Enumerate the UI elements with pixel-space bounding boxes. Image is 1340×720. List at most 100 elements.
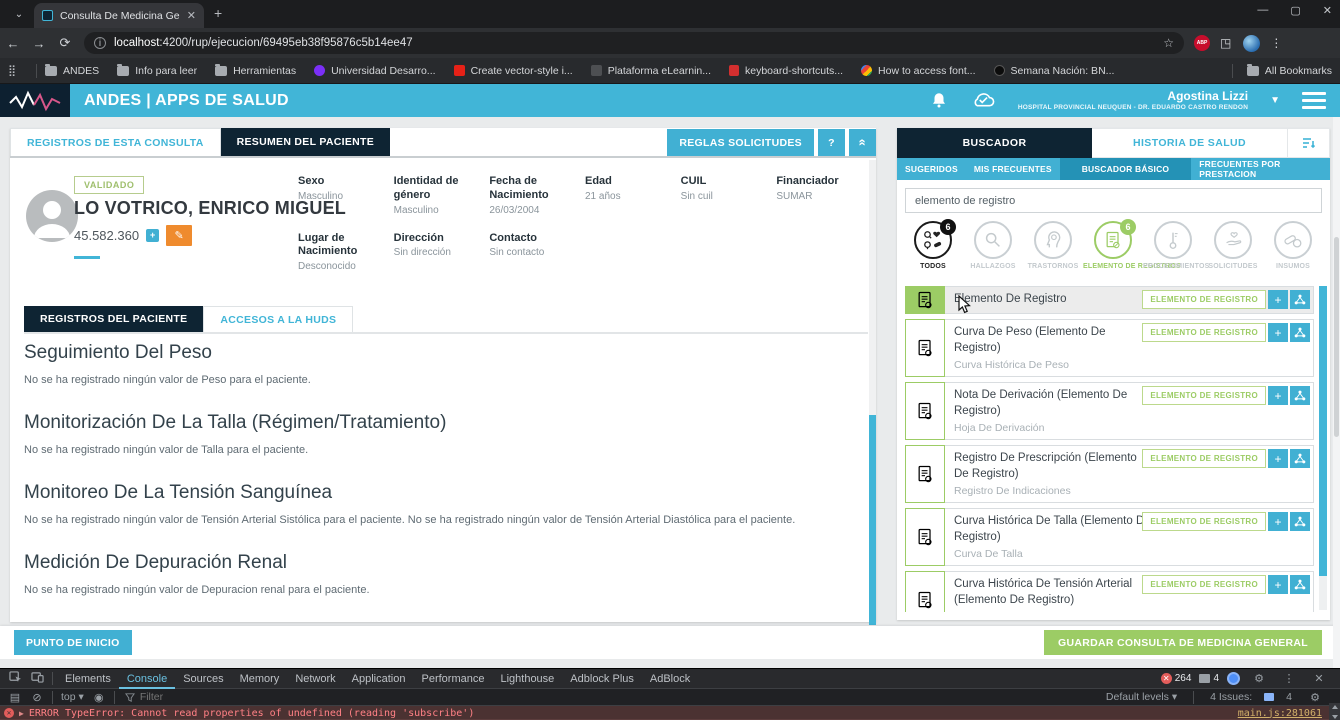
devtools-tab[interactable]: AdBlock: [642, 669, 698, 689]
window-maximize-icon[interactable]: ▢: [1290, 4, 1300, 17]
console-scrollbar[interactable]: [1329, 703, 1340, 720]
device-toolbar-icon[interactable]: [26, 671, 48, 686]
subtab-sugeridos[interactable]: SUGERIDOS: [897, 158, 966, 180]
log-levels-selector[interactable]: Default levels ▾: [1106, 691, 1177, 703]
bookmark-item[interactable]: Create vector-style i...: [453, 65, 573, 77]
left-panel-scrollbar[interactable]: [869, 160, 876, 625]
back-icon[interactable]: ←: [0, 36, 26, 51]
subtab-frecuentes-prestacion[interactable]: FRECUENTES POR PRESTACION: [1191, 158, 1330, 180]
punto-de-inicio-button[interactable]: PUNTO DE INICIO: [14, 630, 132, 655]
document-card-icon[interactable]: +: [146, 229, 160, 242]
console-filter[interactable]: [124, 691, 260, 703]
filter-trastornos[interactable]: TRASTORNOS: [1023, 221, 1083, 270]
andes-logo[interactable]: [0, 84, 70, 117]
context-selector[interactable]: top ▾: [61, 691, 84, 703]
tab-historia-salud[interactable]: HISTORIA DE SALUD: [1092, 128, 1288, 158]
inspect-element-icon[interactable]: [4, 671, 26, 686]
search-result-item[interactable]: Nota De Derivación (Elemento De Registro…: [905, 382, 1314, 441]
reload-icon[interactable]: ⟳: [52, 35, 78, 51]
scrollbar-thumb[interactable]: [1319, 286, 1327, 576]
bookmark-item[interactable]: ANDES: [45, 63, 99, 77]
scroll-up-icon[interactable]: [1331, 705, 1338, 709]
scrollbar-thumb[interactable]: [869, 415, 876, 625]
devtools-tab[interactable]: Elements: [57, 669, 119, 689]
filter-insumos[interactable]: INSUMOS: [1263, 221, 1323, 270]
main-menu-icon[interactable]: [1302, 91, 1326, 109]
bookmark-item[interactable]: Semana Nación: BN...: [993, 65, 1114, 77]
forward-icon[interactable]: →: [26, 36, 52, 51]
search-result-item[interactable]: Curva Histórica De Talla (Elemento De Re…: [905, 508, 1314, 567]
devtools-tab[interactable]: Console: [119, 669, 175, 689]
window-close-icon[interactable]: ✕: [1323, 4, 1332, 17]
hierarchy-tree-button[interactable]: [1290, 290, 1310, 309]
bookmark-item[interactable]: Universidad Desarro...: [314, 65, 436, 77]
bookmark-item[interactable]: How to access font...: [861, 65, 976, 77]
concept-search-input[interactable]: [905, 188, 1322, 213]
extension-status-icon[interactable]: [1227, 672, 1240, 685]
chrome-menu-icon[interactable]: ⋮: [1270, 36, 1282, 50]
notifications-bell-icon[interactable]: [930, 91, 948, 109]
filter-todos[interactable]: 6 TODOS: [903, 219, 963, 270]
console-sidebar-icon[interactable]: ▤: [4, 691, 26, 704]
results-scrollbar[interactable]: [1319, 286, 1327, 610]
filter-solicitudes[interactable]: SOLICITUDES: [1203, 221, 1263, 270]
filter-hallazgos[interactable]: HALLAZGOS: [963, 221, 1023, 270]
bookmark-item[interactable]: Herramientas: [215, 63, 296, 77]
add-result-button[interactable]: +: [1268, 290, 1288, 309]
reglas-solicitudes-button[interactable]: REGLAS SOLICITUDES: [667, 129, 814, 156]
sort-results-button[interactable]: [1288, 128, 1330, 158]
hierarchy-tree-button[interactable]: [1290, 512, 1310, 532]
devtools-close-icon[interactable]: ✕: [1308, 672, 1330, 685]
hierarchy-tree-button[interactable]: [1290, 449, 1310, 469]
tab-accesos-huds[interactable]: ACCESOS A LA HUDS: [203, 306, 354, 332]
add-result-button[interactable]: +: [1268, 512, 1288, 532]
user-caret-icon[interactable]: ▼: [1270, 95, 1280, 106]
tab-buscador[interactable]: BUSCADOR: [897, 128, 1092, 158]
devtools-tab[interactable]: Sources: [175, 669, 231, 689]
hierarchy-tree-button[interactable]: [1290, 386, 1310, 406]
error-count-badge[interactable]: ✕ 264: [1160, 673, 1191, 684]
tab-registros-paciente[interactable]: REGISTROS DEL PACIENTE: [24, 306, 204, 332]
clear-console-icon[interactable]: ⊘: [26, 691, 48, 704]
user-menu[interactable]: Agostina Lizzi HOSPITAL PROVINCIAL NEUQU…: [1018, 89, 1248, 111]
bookmark-star-icon[interactable]: ☆: [1163, 36, 1174, 50]
help-button[interactable]: ?: [818, 129, 845, 156]
scrollbar-thumb[interactable]: [1334, 237, 1339, 437]
all-bookmarks-button[interactable]: All Bookmarks: [1224, 63, 1332, 78]
filter-procedimientos[interactable]: PROCEDIMIENTOS: [1143, 221, 1209, 270]
console-filter-input[interactable]: [139, 691, 260, 703]
apps-grid-icon[interactable]: ⣿: [8, 64, 28, 77]
edit-patient-button[interactable]: ✎: [166, 225, 193, 246]
page-scrollbar[interactable]: [1333, 117, 1340, 668]
tab-search-icon[interactable]: ⌄: [6, 4, 32, 24]
bookmark-item[interactable]: Info para leer: [117, 63, 197, 77]
extensions-icon[interactable]: ◳: [1220, 36, 1231, 50]
filter-elemento-registros[interactable]: 6 ELEMENTO DE REGISTROS: [1083, 219, 1181, 270]
search-result-item[interactable]: Curva De Peso (Elemento De Registro) Cur…: [905, 319, 1314, 378]
devtools-tab[interactable]: Application: [344, 669, 414, 689]
error-source-link[interactable]: main.js:281061: [1238, 708, 1336, 719]
tab-close-icon[interactable]: ✕: [187, 9, 196, 22]
chrome-profile-avatar[interactable]: [1243, 34, 1261, 52]
site-info-icon[interactable]: i: [94, 37, 106, 49]
add-result-button[interactable]: +: [1268, 449, 1288, 469]
search-result-item[interactable]: Curva Histórica De Tensión Arterial (Ele…: [905, 571, 1314, 612]
devtools-tab[interactable]: Adblock Plus: [562, 669, 642, 689]
devtools-tab[interactable]: Performance: [413, 669, 492, 689]
adblock-plus-extension-icon[interactable]: ABP: [1194, 35, 1210, 51]
issues-button[interactable]: 4 Issues:: [1210, 691, 1252, 703]
guardar-consulta-button[interactable]: GUARDAR CONSULTA DE MEDICINA GENERAL: [1044, 630, 1322, 655]
new-tab-button[interactable]: +: [214, 5, 222, 21]
window-minimize-icon[interactable]: —: [1257, 4, 1268, 17]
devtools-tab[interactable]: Network: [287, 669, 343, 689]
console-settings-icon[interactable]: ⚙: [1304, 691, 1326, 704]
collapse-panel-button[interactable]: «: [849, 129, 876, 156]
search-result-item[interactable]: Registro De Prescripción (Elemento De Re…: [905, 445, 1314, 504]
tab-registros-consulta[interactable]: REGISTROS DE ESTA CONSULTA: [10, 128, 221, 156]
cloud-sync-icon[interactable]: [970, 91, 996, 109]
devtools-tab[interactable]: Memory: [232, 669, 288, 689]
bookmark-item[interactable]: Plataforma eLearnin...: [590, 65, 711, 77]
devtools-menu-icon[interactable]: ⋮: [1278, 672, 1300, 685]
add-result-button[interactable]: +: [1268, 575, 1288, 595]
subtab-mis-frecuentes[interactable]: MIS FRECUENTES: [966, 158, 1060, 180]
